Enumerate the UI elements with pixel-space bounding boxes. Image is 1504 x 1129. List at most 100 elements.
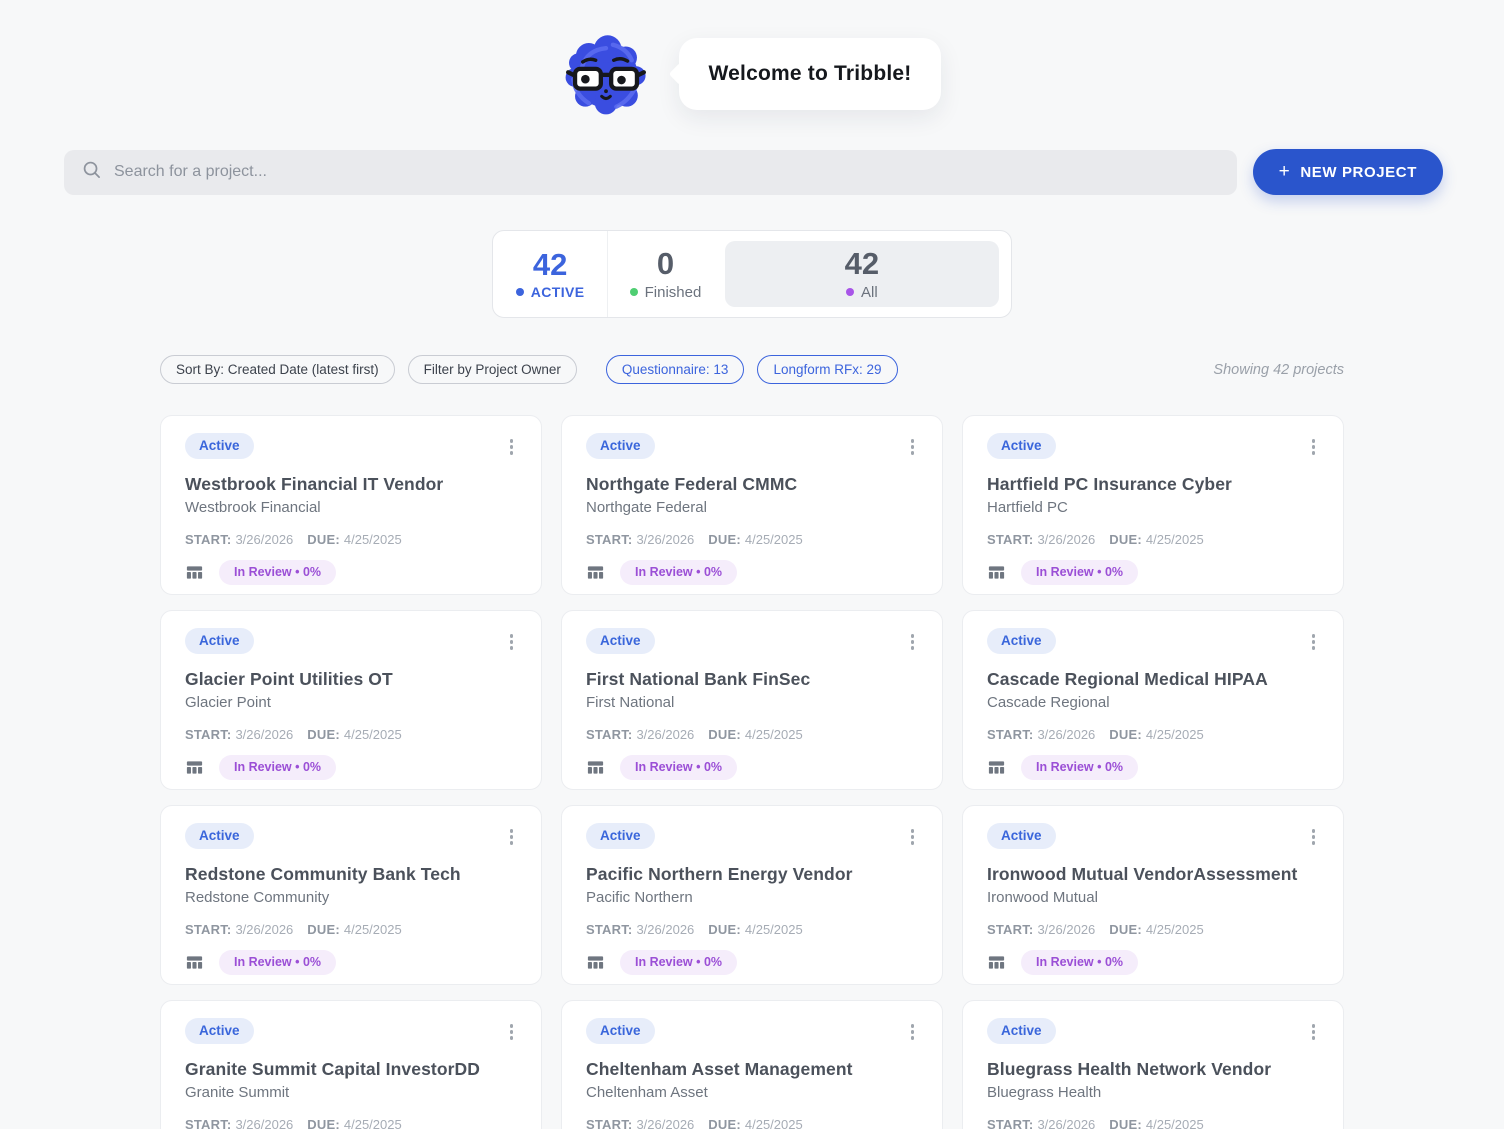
due-label: DUE: bbox=[708, 726, 741, 742]
longform-rfx-chip[interactable]: Longform RFx: 29 bbox=[757, 355, 898, 384]
project-dates: START: 3/26/2026 DUE: 4/25/2025 bbox=[586, 532, 918, 547]
start-date: 3/26/2026 bbox=[235, 1116, 294, 1129]
due-date: 4/25/2025 bbox=[1145, 531, 1204, 547]
kebab-menu-icon[interactable] bbox=[907, 628, 919, 656]
kebab-menu-icon[interactable] bbox=[907, 1018, 919, 1046]
project-card[interactable]: Active First National Bank FinSec First … bbox=[561, 610, 943, 790]
project-dates: START: 3/26/2026 DUE: 4/25/2025 bbox=[185, 727, 517, 742]
filter-row: Sort By: Created Date (latest first) Fil… bbox=[160, 355, 1344, 384]
project-title: Pacific Northern Energy Vendor bbox=[586, 863, 853, 884]
review-status-badge: In Review • 0% bbox=[620, 949, 738, 976]
project-company: Ironwood Mutual bbox=[987, 888, 1098, 906]
start-label: START: bbox=[987, 921, 1034, 937]
kebab-menu-icon[interactable] bbox=[1308, 628, 1320, 656]
due-label: DUE: bbox=[1109, 726, 1142, 742]
start-date: 3/26/2026 bbox=[1037, 1116, 1096, 1129]
table-icon bbox=[185, 953, 204, 972]
welcome-speech-bubble: Welcome to Tribble! bbox=[678, 38, 942, 110]
due-date: 4/25/2025 bbox=[343, 1116, 402, 1129]
status-badge: Active bbox=[185, 1018, 254, 1045]
project-company: Northgate Federal bbox=[586, 498, 707, 516]
due-date: 4/25/2025 bbox=[1145, 726, 1204, 742]
start-label: START: bbox=[586, 531, 633, 547]
start-label: START: bbox=[586, 921, 633, 937]
tribble-dashboard-page: Welcome to Tribble! + NEW PROJECT 42 ACT… bbox=[0, 0, 1504, 1129]
project-card[interactable]: Active Bluegrass Health Network Vendor B… bbox=[962, 1000, 1344, 1129]
search-input[interactable] bbox=[114, 163, 1219, 181]
kebab-menu-icon[interactable] bbox=[907, 823, 919, 851]
start-date: 3/26/2026 bbox=[636, 921, 695, 937]
sort-by-chip[interactable]: Sort By: Created Date (latest first) bbox=[160, 355, 395, 384]
table-icon bbox=[987, 563, 1006, 582]
table-icon bbox=[586, 953, 605, 972]
project-card[interactable]: Active Northgate Federal CMMC Northgate … bbox=[561, 415, 943, 595]
project-card[interactable]: Active Cheltenham Asset Management Chelt… bbox=[561, 1000, 943, 1129]
status-badge: Active bbox=[987, 433, 1056, 460]
status-badge: Active bbox=[987, 628, 1056, 655]
project-company: Hartfield PC bbox=[987, 498, 1068, 516]
kebab-menu-icon[interactable] bbox=[1308, 1018, 1320, 1046]
kebab-menu-icon[interactable] bbox=[506, 1018, 518, 1046]
status-badge: Active bbox=[185, 628, 254, 655]
project-title: Bluegrass Health Network Vendor bbox=[987, 1058, 1272, 1079]
status-badge: Active bbox=[586, 823, 655, 850]
project-dates: START: 3/26/2026 DUE: 4/25/2025 bbox=[185, 922, 517, 937]
header: Welcome to Tribble! bbox=[0, 0, 1504, 117]
table-icon bbox=[185, 563, 204, 582]
due-date: 4/25/2025 bbox=[1145, 921, 1204, 937]
project-title: Glacier Point Utilities OT bbox=[185, 668, 393, 689]
search-row: + NEW PROJECT bbox=[64, 149, 1443, 195]
new-project-label: NEW PROJECT bbox=[1300, 163, 1417, 181]
start-date: 3/26/2026 bbox=[1037, 531, 1096, 547]
project-company: Redstone Community bbox=[185, 888, 330, 906]
kebab-menu-icon[interactable] bbox=[506, 433, 518, 461]
project-card[interactable]: Active Hartfield PC Insurance Cyber Hart… bbox=[962, 415, 1344, 595]
start-date: 3/26/2026 bbox=[235, 726, 294, 742]
due-date: 4/25/2025 bbox=[343, 921, 402, 937]
due-label: DUE: bbox=[1109, 531, 1142, 547]
project-card[interactable]: Active Cascade Regional Medical HIPAA Ca… bbox=[962, 610, 1344, 790]
kebab-menu-icon[interactable] bbox=[506, 823, 518, 851]
project-company: Cascade Regional bbox=[987, 693, 1110, 711]
due-label: DUE: bbox=[708, 531, 741, 547]
due-label: DUE: bbox=[1109, 921, 1142, 937]
due-date: 4/25/2025 bbox=[744, 726, 803, 742]
project-card[interactable]: Active Redstone Community Bank Tech Reds… bbox=[160, 805, 542, 985]
filter-owner-chip[interactable]: Filter by Project Owner bbox=[407, 355, 577, 384]
start-label: START: bbox=[185, 531, 232, 547]
project-company: Bluegrass Health bbox=[987, 1083, 1102, 1101]
kebab-menu-icon[interactable] bbox=[506, 628, 518, 656]
stat-active[interactable]: 42 ACTIVE bbox=[493, 231, 607, 317]
due-label: DUE: bbox=[708, 921, 741, 937]
project-card[interactable]: Active Glacier Point Utilities OT Glacie… bbox=[160, 610, 542, 790]
start-date: 3/26/2026 bbox=[636, 531, 695, 547]
project-company: Cheltenham Asset bbox=[586, 1083, 708, 1101]
search-box[interactable] bbox=[64, 149, 1237, 195]
project-card[interactable]: Active Granite Summit Capital InvestorDD… bbox=[160, 1000, 542, 1129]
project-title: Ironwood Mutual VendorAssessment bbox=[987, 863, 1298, 884]
new-project-button[interactable]: + NEW PROJECT bbox=[1252, 149, 1443, 195]
start-label: START: bbox=[185, 726, 232, 742]
kebab-menu-icon[interactable] bbox=[1308, 823, 1320, 851]
start-date: 3/26/2026 bbox=[1037, 921, 1096, 937]
tribble-mascot-icon bbox=[563, 31, 649, 117]
showing-projects-text: Showing 42 projects bbox=[1213, 361, 1344, 378]
project-company: Granite Summit bbox=[185, 1083, 290, 1101]
project-title: Northgate Federal CMMC bbox=[586, 473, 798, 494]
stat-finished[interactable]: 0 Finished bbox=[607, 231, 722, 317]
finished-count: 0 bbox=[656, 246, 675, 282]
questionnaire-chip[interactable]: Questionnaire: 13 bbox=[605, 355, 745, 384]
stat-all[interactable]: 42 All bbox=[724, 241, 999, 307]
status-badge: Active bbox=[185, 433, 254, 460]
project-dates: START: 3/26/2026 DUE: 4/25/2025 bbox=[586, 1117, 918, 1129]
table-icon bbox=[185, 758, 204, 777]
due-label: DUE: bbox=[307, 921, 340, 937]
kebab-menu-icon[interactable] bbox=[1308, 433, 1320, 461]
kebab-menu-icon[interactable] bbox=[907, 433, 919, 461]
start-label: START: bbox=[987, 726, 1034, 742]
project-card[interactable]: Active Ironwood Mutual VendorAssessment … bbox=[962, 805, 1344, 985]
project-card[interactable]: Active Pacific Northern Energy Vendor Pa… bbox=[561, 805, 943, 985]
project-dates: START: 3/26/2026 DUE: 4/25/2025 bbox=[586, 727, 918, 742]
start-date: 3/26/2026 bbox=[636, 726, 695, 742]
project-card[interactable]: Active Westbrook Financial IT Vendor Wes… bbox=[160, 415, 542, 595]
